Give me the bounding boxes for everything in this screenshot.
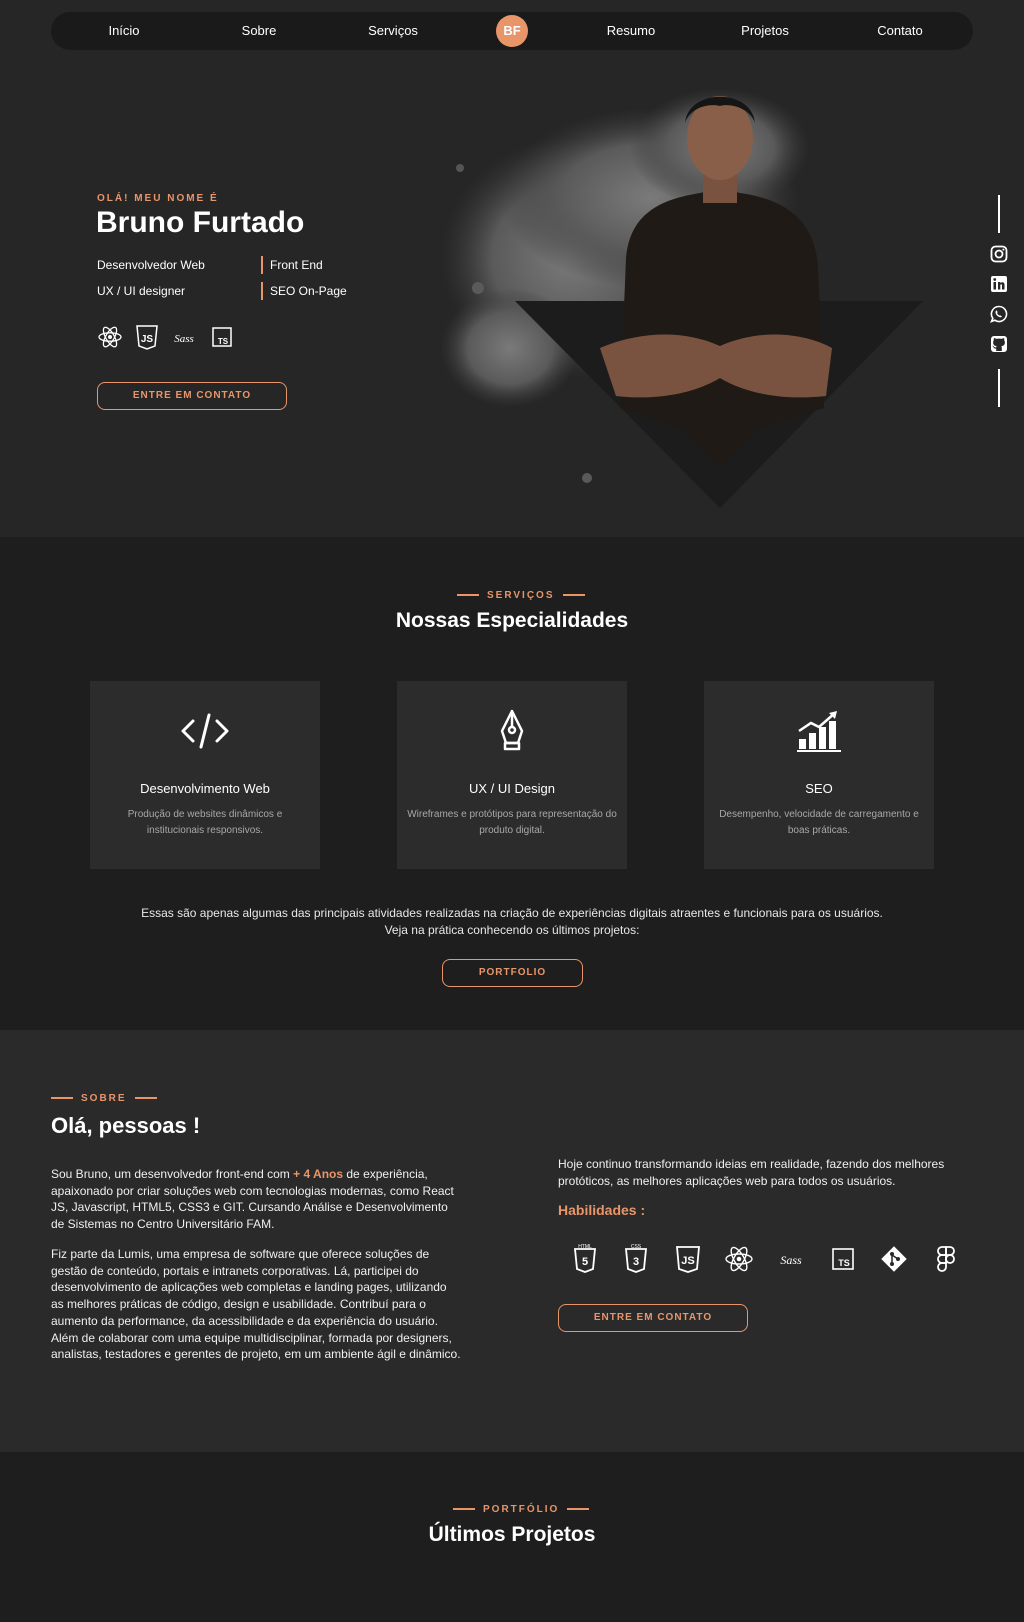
services-eyebrow: SERVIÇOS <box>449 590 593 601</box>
hero-greeting: OLÁ! MEU NOME É <box>97 193 219 204</box>
hero-section: OLÁ! MEU NOME É Bruno Furtado Desenvolve… <box>0 0 1024 537</box>
react-icon <box>98 326 122 348</box>
nav-item-resumo[interactable]: Resumo <box>607 12 655 50</box>
nav-item-servicos[interactable]: Serviços <box>368 12 418 50</box>
social-divider <box>998 195 1000 233</box>
about-title: Olá, pessoas ! <box>51 1113 201 1138</box>
services-section: SERVIÇOS Nossas Especialidades Desenvolv… <box>0 537 1024 1030</box>
nav-item-projetos[interactable]: Projetos <box>741 12 789 50</box>
svg-text:5: 5 <box>582 1256 588 1268</box>
about-paragraph-1: Sou Bruno, um desenvolvedor front-end co… <box>51 1167 454 1232</box>
about-section: SOBRE Olá, pessoas ! Sou Bruno, um desen… <box>0 1030 1024 1452</box>
svg-text:Sass: Sass <box>780 1253 802 1267</box>
service-card: Desenvolvimento Web Produção de websites… <box>90 681 320 869</box>
service-card-desc: Desempenho, velocidade de carregamento e… <box>719 809 919 836</box>
sass-icon: Sass <box>780 1253 802 1267</box>
nav-item-contato[interactable]: Contato <box>877 12 923 50</box>
portfolio-button[interactable]: PORTFOLIO <box>442 959 583 987</box>
service-card-title: SEO <box>805 781 833 796</box>
git-icon <box>881 1246 907 1272</box>
figma-icon <box>937 1246 955 1272</box>
html5-icon: HTML 5 <box>574 1244 596 1273</box>
service-card: UX / UI Design Wireframes e protótipos p… <box>397 681 627 869</box>
portfolio-title: Últimos Projetos <box>428 1523 596 1546</box>
service-card-desc: Wireframes e protótipos para representaç… <box>407 809 617 836</box>
role-seo: SEO On-Page <box>270 284 347 298</box>
contact-button[interactable]: ENTRE EM CONTATO <box>97 382 287 410</box>
svg-text:TS: TS <box>218 337 229 346</box>
svg-text:JS: JS <box>141 334 154 345</box>
hero-name: Bruno Furtado <box>96 206 305 239</box>
service-card: SEO Desempenho, velocidade de carregamen… <box>704 681 934 869</box>
role-ux-ui: UX / UI designer <box>97 284 186 298</box>
about-paragraph-2: Fiz parte da Lumis, uma empresa de softw… <box>51 1247 461 1362</box>
portfolio-section: PORTFÓLIO Últimos Projetos <box>0 1452 1024 1622</box>
typescript-icon: TS <box>832 1248 854 1270</box>
role-front-end: Front End <box>270 258 323 272</box>
portfolio-eyebrow: PORTFÓLIO <box>445 1504 597 1515</box>
javascript-icon: JS <box>676 1246 700 1273</box>
service-card-title: UX / UI Design <box>469 781 555 796</box>
logo[interactable]: BF <box>496 15 528 47</box>
svg-text:CSS: CSS <box>631 1244 642 1250</box>
about-eyebrow: SOBRE <box>43 1093 165 1104</box>
linkedin-icon[interactable] <box>990 275 1008 293</box>
chart-growth-icon <box>797 711 841 752</box>
skills-title: Habilidades : <box>558 1202 646 1218</box>
instagram-icon[interactable] <box>990 245 1008 263</box>
service-card-desc: Produção de websites dinâmicos e institu… <box>127 809 283 836</box>
whatsapp-icon[interactable] <box>990 305 1008 323</box>
github-icon[interactable] <box>990 335 1008 353</box>
typescript-icon: TS <box>212 327 232 347</box>
services-description: Essas são apenas algumas das principais … <box>141 906 883 937</box>
experience-highlight: + 4 Anos <box>293 1167 344 1181</box>
code-icon <box>181 713 229 749</box>
role-web-developer: Desenvolvedor Web <box>97 258 205 272</box>
nav-item-inicio[interactable]: Início <box>108 12 139 50</box>
svg-text:TS: TS <box>838 1258 850 1268</box>
svg-text:Sass: Sass <box>174 333 194 345</box>
pen-tool-icon <box>500 709 524 751</box>
react-icon <box>725 1246 753 1272</box>
sass-icon: Sass <box>174 333 194 345</box>
svg-text:HTML: HTML <box>578 1244 592 1250</box>
main-nav: Início Sobre Serviços BF Resumo Projetos… <box>51 12 973 50</box>
javascript-icon: JS <box>136 325 158 350</box>
nav-item-sobre[interactable]: Sobre <box>242 12 277 50</box>
css3-icon: CSS 3 <box>625 1244 647 1273</box>
social-divider <box>998 369 1000 407</box>
about-paragraph-3: Hoje continuo transformando ideias em re… <box>558 1157 945 1188</box>
svg-text:JS: JS <box>681 1255 694 1267</box>
svg-text:3: 3 <box>633 1256 639 1268</box>
services-title: Nossas Especialidades <box>395 609 629 632</box>
contact-button[interactable]: ENTRE EM CONTATO <box>558 1304 748 1332</box>
hero-portrait-image <box>440 88 923 508</box>
service-card-title: Desenvolvimento Web <box>140 781 270 796</box>
role-divider <box>261 282 263 300</box>
role-divider <box>261 256 263 274</box>
